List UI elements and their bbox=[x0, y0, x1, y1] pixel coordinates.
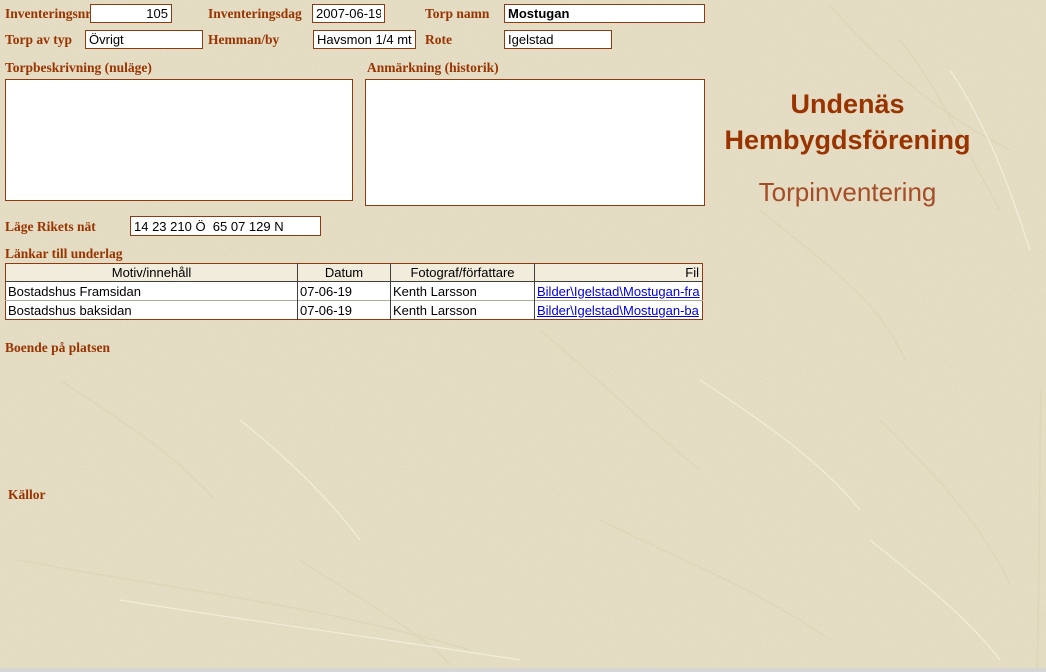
underlag-table: Motiv/innehåll Datum Fotograf/författare… bbox=[5, 263, 703, 320]
torp-namn-label: Torp namn bbox=[425, 6, 490, 21]
cell-fil: Bilder\Igelstad\Mostugan-fra bbox=[534, 281, 703, 301]
torp-av-typ-input[interactable] bbox=[85, 30, 203, 49]
anmarkning-textarea[interactable] bbox=[365, 79, 705, 206]
lage-rikets-nat-label: Läge Rikets nät bbox=[5, 219, 96, 234]
form-content: Inventeringsnr Inventeringsdag Torp namn… bbox=[0, 0, 1046, 672]
table-header-row: Motiv/innehåll Datum Fotograf/författare… bbox=[5, 263, 703, 282]
org-title-line2: Hembygdsförening bbox=[724, 125, 971, 155]
fil-link[interactable]: Bilder\Igelstad\Mostugan-ba bbox=[537, 303, 699, 318]
page-subtitle: Torpinventering bbox=[758, 177, 937, 207]
cell-datum: 07-06-19 bbox=[297, 281, 391, 301]
cell-motiv: Bostadshus Framsidan bbox=[8, 283, 141, 299]
boende-pa-platsen-heading: Boende på platsen bbox=[5, 340, 111, 355]
column-header-motiv: Motiv/innehåll bbox=[5, 263, 298, 282]
inventeringsdag-label: Inventeringsdag bbox=[208, 6, 302, 21]
inventeringsdag-input[interactable] bbox=[312, 4, 385, 23]
torpinventering-page: Inventeringsnr Inventeringsdag Torp namn… bbox=[0, 0, 1046, 672]
column-header-fil: Fil bbox=[534, 263, 703, 282]
column-header-fotograf: Fotograf/författare bbox=[390, 263, 535, 282]
hemman-by-label: Hemman/by bbox=[208, 32, 280, 47]
org-title-line1: Undenäs bbox=[790, 89, 905, 119]
lankar-till-underlag-heading: Länkar till underlag bbox=[5, 246, 123, 261]
inventeringsnr-input[interactable] bbox=[90, 4, 172, 23]
fil-link[interactable]: Bilder\Igelstad\Mostugan-fra bbox=[537, 284, 700, 299]
rote-label: Rote bbox=[425, 32, 452, 47]
table-row: Bostadshus Framsidan 07-06-19 Kenth Lars… bbox=[6, 281, 703, 301]
cell-fotograf: Kenth Larsson bbox=[390, 300, 535, 320]
torpbeskrivning-textarea[interactable] bbox=[5, 79, 353, 201]
torpbeskrivning-label: Torpbeskrivning (nuläge) bbox=[5, 60, 152, 75]
torp-namn-input[interactable] bbox=[504, 4, 705, 23]
cell-motiv: Bostadshus baksidan bbox=[5, 300, 298, 320]
table-row: Bostadshus baksidan 07-06-19 Kenth Larss… bbox=[5, 300, 703, 320]
lage-rikets-nat-input[interactable] bbox=[130, 216, 321, 236]
kallor-heading: Källor bbox=[8, 487, 46, 502]
hemman-by-input[interactable] bbox=[313, 30, 416, 49]
cell-datum: 07-06-19 bbox=[297, 300, 391, 320]
inventeringsnr-label: Inventeringsnr bbox=[5, 6, 92, 21]
org-title: Undenäs Hembygdsförening bbox=[710, 86, 985, 158]
anmarkning-label: Anmärkning (historik) bbox=[367, 60, 499, 75]
torp-av-typ-label: Torp av typ bbox=[5, 32, 73, 47]
cell-fil: Bilder\Igelstad\Mostugan-ba bbox=[534, 300, 703, 320]
cell-fotograf: Kenth Larsson bbox=[390, 281, 535, 301]
rote-input[interactable] bbox=[504, 30, 612, 49]
bottom-window-edge bbox=[0, 668, 1046, 672]
column-header-datum: Datum bbox=[297, 263, 391, 282]
